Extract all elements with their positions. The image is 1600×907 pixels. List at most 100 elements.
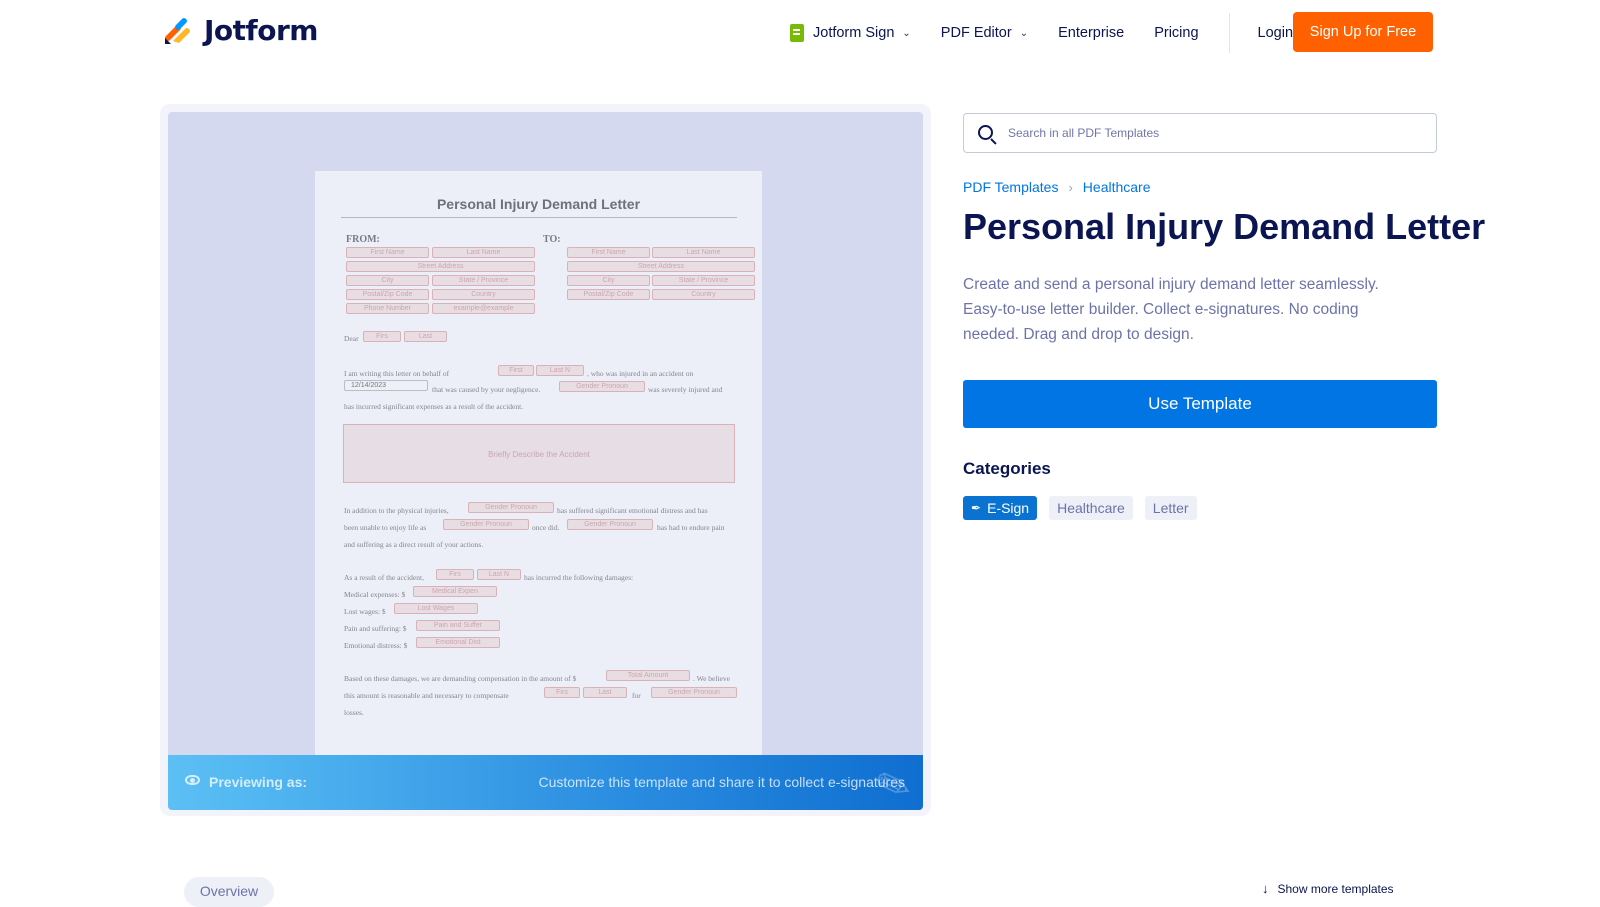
from-email-field: example@example <box>432 303 535 314</box>
chevron-down-icon: ⌄ <box>902 27 911 39</box>
eye-icon <box>185 775 200 785</box>
damages-first-field: Firs <box>436 569 474 580</box>
page-title: Personal Injury Demand Letter <box>963 206 1486 247</box>
dear-last-field: Last <box>404 331 447 342</box>
doc-para1-b: , who was injured in an accident on <box>587 369 694 378</box>
document-sign-icon <box>790 24 804 42</box>
to-zip-field: Postal/Zip Code <box>567 289 650 300</box>
search-input[interactable] <box>1008 114 1428 152</box>
nav-pdf-editor[interactable]: PDF Editor ⌄ <box>941 25 1028 41</box>
doc-para1-d: was severely injured and <box>648 385 723 394</box>
closing-pronoun-field: Gender Pronoun <box>651 687 737 698</box>
para1-last-field: Last N <box>536 365 584 376</box>
accident-date-field: 12/14/2023 <box>344 380 428 391</box>
doc-closing-e: losses. <box>344 708 364 717</box>
doc-title: Personal Injury Demand Letter <box>436 196 641 212</box>
total-amount-field: Total Amount <box>606 670 690 681</box>
preview-banner-message: Customize this template and share it to … <box>538 774 905 790</box>
category-tags: ✒ E-Sign Healthcare Letter <box>963 496 1209 520</box>
tab-overview[interactable]: Overview <box>184 877 274 907</box>
site-header: Jotform Jotform Sign ⌄ PDF Editor ⌄ Ente… <box>0 0 1600 64</box>
doc-para1-e: has incurred significant expenses as a r… <box>344 402 524 411</box>
closing-last-field: Last <box>583 687 627 698</box>
closing-first-field: Firs <box>544 687 580 698</box>
from-first-name-field: First Name <box>346 247 429 258</box>
doc-pain-label: Pain and suffering: $ <box>344 624 407 633</box>
from-city-field: City <box>346 275 429 286</box>
para2-pronoun3-field: Gender Pronoun <box>567 519 653 530</box>
from-state-field: State / Province <box>432 275 535 286</box>
doc-para2-a: In addition to the physical injuries, <box>344 506 449 515</box>
para1-first-field: First <box>498 365 534 376</box>
doc-para2-c: been unable to enjoy life as <box>344 523 427 532</box>
preview-banner[interactable]: Previewing as: ✎ Customize this template… <box>168 755 923 810</box>
lost-wages-field: Lost Wages <box>394 603 478 614</box>
from-last-name-field: Last Name <box>432 247 535 258</box>
doc-closing-c: this amount is reasonable and necessary … <box>344 691 509 700</box>
doc-para2-f: and suffering as a direct result of your… <box>344 540 484 549</box>
emotional-distress-field: Emotional Dist <box>416 637 500 648</box>
to-last-name-field: Last Name <box>652 247 755 258</box>
tag-healthcare[interactable]: Healthcare <box>1049 496 1133 520</box>
previewing-as-label: Previewing as: <box>209 774 308 790</box>
doc-para2-d: once did. <box>532 523 560 532</box>
doc-wages-label: Lost wages: $ <box>344 607 386 616</box>
nav-enterprise[interactable]: Enterprise <box>1058 25 1124 41</box>
search-icon <box>978 125 993 140</box>
use-template-button[interactable]: Use Template <box>963 380 1437 428</box>
doc-para1-a: I am writing this letter on behalf of <box>344 369 450 378</box>
doc-closing-b: . We believe <box>693 674 730 683</box>
template-preview[interactable]: Personal Injury Demand Letter FROM: TO: … <box>168 112 923 810</box>
chevron-down-icon: ⌄ <box>1019 27 1029 39</box>
chevron-right-icon: › <box>1068 179 1073 195</box>
main-nav: Jotform Sign ⌄ PDF Editor ⌄ Enterprise P… <box>790 13 1323 53</box>
doc-para2-e: has had to endure pain <box>657 523 725 532</box>
tag-letter[interactable]: Letter <box>1144 496 1197 520</box>
doc-damages-intro-a: As a result of the accident, <box>344 573 424 582</box>
to-street-field: Street Address <box>567 261 755 272</box>
show-more-templates-link[interactable]: ↓ Show more templates <box>1262 881 1394 896</box>
to-city-field: City <box>567 275 650 286</box>
jotform-logo[interactable]: Jotform <box>163 14 318 47</box>
nav-login[interactable]: Login <box>1258 25 1293 41</box>
breadcrumb-pdf-templates[interactable]: PDF Templates <box>963 179 1058 195</box>
signup-button[interactable]: Sign Up for Free <box>1293 12 1433 52</box>
accident-description-field: Briefly Describe the Accident <box>343 424 735 483</box>
nav-pricing[interactable]: Pricing <box>1154 25 1198 41</box>
to-country-field: Country <box>652 289 755 300</box>
doc-from-label: FROM: <box>346 234 380 245</box>
nav-jotform-sign-label: Jotform Sign <box>813 25 895 41</box>
tag-e-sign[interactable]: ✒ E-Sign <box>963 496 1038 520</box>
breadcrumb-healthcare[interactable]: Healthcare <box>1083 179 1151 195</box>
from-country-field: Country <box>432 289 535 300</box>
medical-expenses-field: Medical Expen <box>413 586 497 597</box>
breadcrumb: PDF Templates › Healthcare <box>963 179 1151 195</box>
from-street-field: Street Address <box>346 261 535 272</box>
pdf-document-preview: Personal Injury Demand Letter FROM: TO: … <box>315 171 762 761</box>
dear-first-field: Firs <box>363 331 401 342</box>
pen-icon: ✒ <box>971 501 982 515</box>
from-zip-field: Postal/Zip Code <box>346 289 429 300</box>
doc-closing-a: Based on these damages, we are demanding… <box>344 674 577 683</box>
damages-last-field: Last N <box>477 569 521 580</box>
from-phone-field: Phone Number <box>346 303 429 314</box>
nav-divider <box>1228 13 1230 53</box>
brand-name: Jotform <box>204 14 318 47</box>
doc-emotional-label: Emotional distress: $ <box>344 641 408 650</box>
jotform-logo-icon <box>165 17 190 44</box>
doc-closing-d: for <box>632 691 641 700</box>
nav-jotform-sign[interactable]: Jotform Sign ⌄ <box>790 24 911 42</box>
para2-pronoun2-field: Gender Pronoun <box>443 519 529 530</box>
para1-pronoun-field: Gender Pronoun <box>559 381 645 392</box>
doc-divider <box>341 217 737 218</box>
tag-e-sign-label: E-Sign <box>987 500 1030 516</box>
doc-damages-intro-b: has incurred the following damages: <box>524 573 634 582</box>
doc-to-label: TO: <box>543 234 561 245</box>
doc-medical-label: Medical expenses: $ <box>344 590 406 599</box>
categories-title: Categories <box>963 459 1051 478</box>
template-search <box>963 113 1437 153</box>
doc-para1-c: that was caused by your negligence. <box>432 385 541 394</box>
nav-pdf-editor-label: PDF Editor <box>940 25 1012 41</box>
show-more-label: Show more templates <box>1277 881 1394 896</box>
to-state-field: State / Province <box>652 275 755 286</box>
